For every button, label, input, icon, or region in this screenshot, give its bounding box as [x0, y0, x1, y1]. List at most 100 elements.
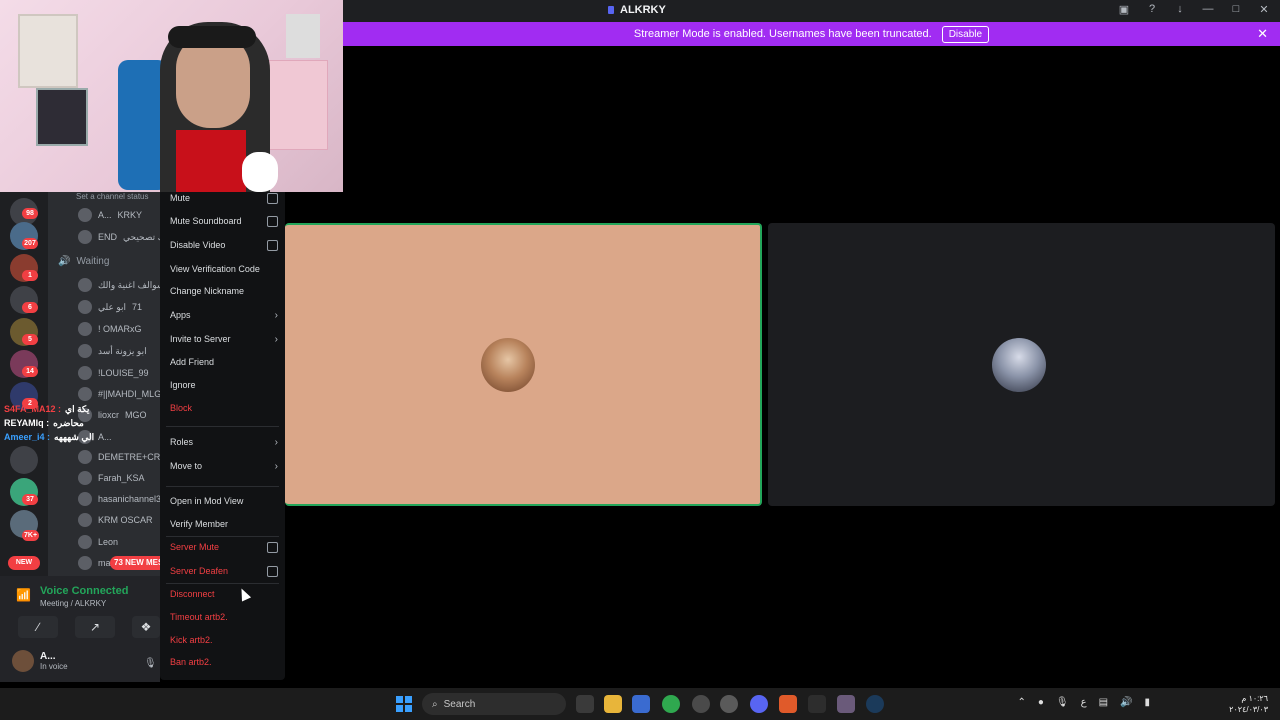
close-banner-icon[interactable]: ✕: [1257, 26, 1268, 42]
menu-item-open-in-mod-view[interactable]: Open in Mod View: [170, 492, 280, 510]
brave-icon[interactable]: [779, 695, 797, 713]
inbox-icon[interactable]: ▣: [1116, 3, 1132, 16]
mic-icon[interactable]: 🎙: [1056, 697, 1069, 708]
menu-item-server-mute[interactable]: Server Mute: [170, 538, 280, 556]
menu-item-add-friend[interactable]: Add Friend: [170, 353, 280, 371]
clock[interactable]: ١٠:٢٦ م ٢٠٢٤/٠٣/٠٣: [1229, 693, 1268, 715]
menu-item-verify-member[interactable]: Verify Member: [170, 515, 280, 533]
app-icon[interactable]: [837, 695, 855, 713]
menu-item-block[interactable]: Block: [170, 399, 280, 417]
file-explorer-icon[interactable]: [604, 695, 622, 713]
voice-channel-waiting[interactable]: 🔊 Waiting: [58, 256, 109, 267]
channel-status-placeholder[interactable]: Set a channel status: [76, 192, 149, 201]
menu-item-server-deafen[interactable]: Server Deafen: [170, 562, 280, 580]
chrome-icon[interactable]: [662, 695, 680, 713]
menu-item-disable-video[interactable]: Disable Video: [170, 236, 280, 254]
menu-item-kick-artb2[interactable]: Kick artb2.: [170, 631, 280, 649]
battery-icon[interactable]: ▮: [1144, 697, 1150, 708]
menu-item-view-verification-code[interactable]: View Verification Code: [170, 260, 280, 278]
chat-user: Ameer_i4 :: [4, 432, 51, 442]
volume-icon[interactable]: 🔊: [1120, 697, 1132, 708]
streamer-mode-message: Streamer Mode is enabled. Usernames have…: [633, 28, 932, 40]
windows-start-icon[interactable]: [396, 696, 412, 712]
activities-button[interactable]: ❖: [132, 616, 160, 638]
voice-user-name: ابو علي: [98, 301, 127, 312]
menu-item-ban-artb2[interactable]: Ban artb2.: [170, 653, 280, 671]
capcut-icon[interactable]: [808, 695, 826, 713]
menu-item-timeout-artb2[interactable]: Timeout artb2.: [170, 608, 280, 626]
task-view-icon[interactable]: [576, 695, 594, 713]
voice-user[interactable]: KRM OSCAR: [78, 511, 153, 529]
minimize-button[interactable]: —: [1200, 3, 1216, 16]
help-icon[interactable]: ?: [1144, 3, 1160, 16]
checkbox-icon[interactable]: [267, 541, 278, 553]
chevron-up-icon[interactable]: ⌃: [1017, 697, 1025, 708]
voice-user[interactable]: ! OMARxG: [78, 320, 142, 338]
signal-icon[interactable]: 📶: [16, 588, 31, 602]
voice-user-name: KRM OSCAR: [98, 515, 153, 525]
voice-user-name: #||MAHDI_MLG: [98, 389, 160, 399]
menu-item-label: Ban artb2.: [170, 657, 212, 667]
new-messages-pill[interactable]: 73 NEW MESSAGES: [110, 556, 160, 570]
language-indicator[interactable]: ع: [1081, 697, 1087, 708]
microphone: [242, 152, 278, 192]
checkbox-icon[interactable]: [267, 565, 278, 577]
discord-icon[interactable]: [750, 695, 768, 713]
menu-item-move-to[interactable]: Move to ›: [170, 457, 280, 475]
steam-icon[interactable]: [866, 695, 884, 713]
network-icon[interactable]: ▤: [1099, 697, 1108, 708]
close-window-button[interactable]: ✕: [1256, 3, 1272, 16]
voice-connected-label[interactable]: Voice Connected: [40, 585, 128, 597]
new-servers-pill[interactable]: NEW: [8, 556, 40, 570]
menu-item-ignore[interactable]: Ignore: [170, 376, 280, 394]
menu-item-roles[interactable]: Roles ›: [170, 433, 280, 451]
menu-item-label: Invite to Server: [170, 334, 231, 344]
voice-user[interactable]: ابو علي 71: [78, 298, 142, 316]
checkbox-icon[interactable]: [267, 192, 278, 204]
menu-item-mute[interactable]: Mute: [170, 189, 280, 207]
app-icon[interactable]: [692, 695, 710, 713]
channel-list: Set a channel status A... KRKY END ارك ت…: [48, 192, 160, 576]
screen-share-button[interactable]: ↗: [75, 616, 115, 638]
menu-item-mute-soundboard[interactable]: Mute Soundboard: [170, 212, 280, 230]
taskbar-search[interactable]: ⌕ Search: [422, 693, 566, 715]
voice-user[interactable]: END ارك تصحيحي: [78, 228, 160, 246]
menu-item-label: Move to: [170, 461, 203, 471]
voice-user[interactable]: hasanichannel3: [78, 490, 160, 508]
voice-channel-path[interactable]: Meeting / ALKRKY: [40, 599, 106, 608]
checkbox-icon[interactable]: [267, 215, 278, 227]
unread-badge: 1: [22, 270, 38, 281]
voice-user[interactable]: !LOUISE_99: [78, 364, 149, 382]
voice-user[interactable]: Farah_KSA: [78, 469, 145, 487]
download-icon[interactable]: ↓: [1172, 3, 1188, 16]
voice-user-name: ! OMARxG: [98, 324, 142, 334]
menu-separator: [166, 536, 279, 537]
voice-user[interactable]: ma: [78, 554, 111, 572]
disable-streamer-button[interactable]: Disable: [941, 25, 990, 43]
voice-user-name: اسوالف اغنية والك: [98, 279, 160, 290]
microphone-icon[interactable]: 🎙: [144, 658, 157, 669]
participant-avatar: [481, 338, 535, 392]
voice-user-count: 71: [132, 302, 143, 312]
voice-user-name: END: [98, 232, 118, 242]
user-panel[interactable]: A... In voice: [12, 650, 68, 672]
voice-user[interactable]: Leon: [78, 533, 118, 551]
menu-item-apps[interactable]: Apps ›: [170, 306, 280, 324]
checkbox-icon[interactable]: [267, 239, 278, 251]
menu-item-label: Open in Mod View: [170, 496, 244, 506]
tray-app-icon[interactable]: ●: [1038, 697, 1044, 708]
participant-avatar: [992, 338, 1046, 392]
maximize-button[interactable]: □: [1228, 3, 1244, 16]
noise-suppression-button[interactable]: ∕: [18, 616, 58, 638]
menu-item-change-nickname[interactable]: Change Nickname: [170, 282, 280, 300]
menu-item-disconnect[interactable]: Disconnect: [170, 585, 280, 603]
voice-user[interactable]: A... KRKY: [78, 206, 142, 224]
settings-icon[interactable]: [720, 695, 738, 713]
menu-item-invite-to-server[interactable]: Invite to Server ›: [170, 330, 280, 348]
search-label: Search: [443, 698, 476, 710]
voice-user[interactable]: ابو يزونة أسد: [78, 342, 147, 360]
voice-user[interactable]: اسوالف اغنية والك: [78, 276, 160, 294]
voice-user[interactable]: #||MAHDI_MLG: [78, 385, 160, 403]
user-context-menu: Mute Mute Soundboard Disable Video View Ver…: [160, 192, 285, 680]
store-icon[interactable]: [632, 695, 650, 713]
